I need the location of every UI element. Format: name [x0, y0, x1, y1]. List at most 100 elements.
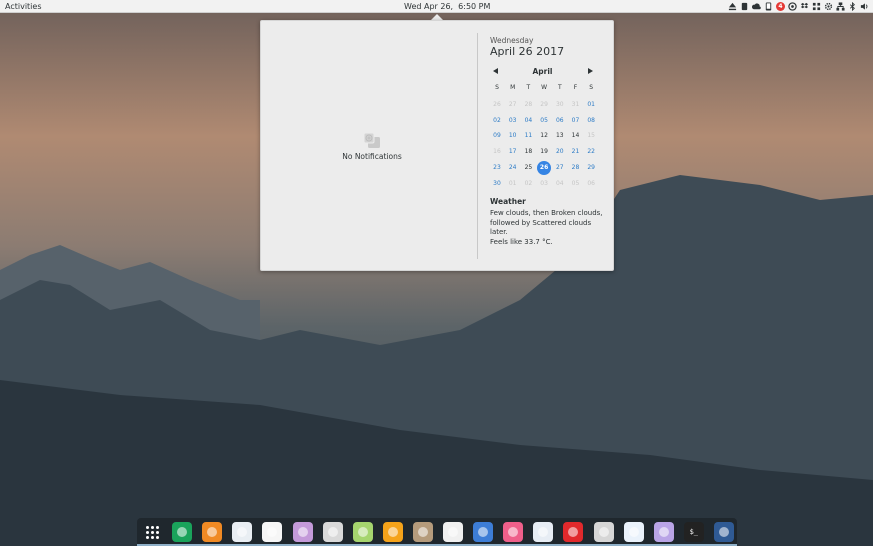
calendar-day[interactable]: 04: [553, 177, 567, 191]
water-drop-icon[interactable]: [713, 522, 734, 542]
date-menu-popover: No Notifications Wednesday April 26 2017…: [260, 20, 614, 271]
activities-button[interactable]: Activities: [5, 1, 42, 12]
dropbox-icon[interactable]: [800, 2, 809, 12]
calendar-day[interactable]: 11: [521, 129, 535, 143]
calendar-day[interactable]: 14: [569, 129, 583, 143]
network-icon[interactable]: [836, 2, 845, 12]
color-picker-icon[interactable]: [503, 522, 524, 542]
calendar-day[interactable]: 03: [506, 114, 520, 128]
disks-icon[interactable]: [593, 522, 614, 542]
next-month-icon[interactable]: [588, 68, 593, 74]
day-of-week-label: W: [541, 84, 548, 91]
calendar-day[interactable]: 29: [584, 161, 598, 175]
day-of-week-label: S: [495, 84, 499, 91]
show-apps-icon[interactable]: [142, 522, 162, 542]
text-editor-icon[interactable]: [653, 522, 674, 542]
calendar-day[interactable]: 06: [584, 177, 598, 191]
calendar-day[interactable]: 16: [490, 145, 504, 159]
calendar-day[interactable]: 23: [490, 161, 504, 175]
notification-badge[interactable]: 4: [776, 2, 785, 11]
firefox-icon[interactable]: [202, 522, 223, 542]
calendar-day[interactable]: 30: [490, 177, 504, 191]
weather-line: followed by Scattered clouds later.: [490, 218, 592, 237]
git-icon[interactable]: [563, 522, 584, 542]
phone-icon[interactable]: [322, 522, 343, 542]
popover-divider: [477, 33, 478, 259]
calendar-day[interactable]: 27: [553, 161, 567, 175]
calendar-day[interactable]: 12: [537, 129, 551, 143]
full-date-label[interactable]: April 26 2017: [490, 45, 564, 58]
day-of-week-label: F: [573, 84, 578, 91]
no-notifications-icon: [363, 132, 380, 148]
calendar-day[interactable]: 31: [569, 98, 583, 112]
volume-icon[interactable]: [860, 2, 869, 12]
phone-icon[interactable]: [764, 2, 773, 12]
day-of-week-label: S: [589, 84, 594, 91]
weather-forecast[interactable]: Few clouds, then Broken clouds, followed…: [490, 209, 608, 247]
month-label: April: [532, 67, 553, 76]
calendar-day[interactable]: 21: [569, 145, 583, 159]
terminal-icon[interactable]: $_: [683, 522, 704, 542]
document-viewer-icon[interactable]: [533, 522, 554, 542]
calendar-day[interactable]: 01: [584, 98, 598, 112]
vpn-shield-icon[interactable]: [172, 522, 193, 542]
calendar-day[interactable]: 05: [537, 114, 551, 128]
calendar-day[interactable]: 26: [490, 98, 504, 112]
atom-icon[interactable]: [352, 522, 373, 542]
calendar-day[interactable]: 02: [521, 177, 535, 191]
calendar-day[interactable]: 30: [553, 98, 567, 112]
drawing-icon[interactable]: [473, 522, 494, 542]
inkscape-icon[interactable]: [443, 522, 463, 542]
system-tray: 4: [728, 1, 869, 12]
calendar-day[interactable]: 28: [569, 161, 583, 175]
terminal-prompt-label: $_: [689, 528, 699, 536]
grid-apps-icon[interactable]: [812, 2, 821, 12]
music-icon[interactable]: [262, 522, 283, 542]
calendar-day[interactable]: 19: [537, 145, 551, 159]
dock: $_: [137, 518, 737, 546]
calendar-day[interactable]: 17: [506, 145, 520, 159]
previous-month-icon[interactable]: [493, 68, 498, 74]
calendar-day[interactable]: 04: [521, 114, 535, 128]
day-of-week-label: T: [557, 84, 562, 91]
files-icon[interactable]: [292, 522, 313, 542]
calendar-day[interactable]: 20: [553, 145, 567, 159]
notification-area: No Notifications: [261, 21, 477, 270]
steam-icon[interactable]: [788, 2, 797, 12]
cloud-icon[interactable]: [752, 2, 761, 12]
calendar-day[interactable]: 29: [537, 98, 551, 112]
calendar-day[interactable]: 03: [537, 177, 551, 191]
messenger-icon[interactable]: [232, 522, 253, 542]
bluetooth-icon[interactable]: [848, 2, 857, 12]
calendar-day[interactable]: 28: [521, 98, 535, 112]
month-header: April: [490, 67, 595, 77]
battery-icon[interactable]: [740, 2, 749, 12]
calendar-day[interactable]: 24: [506, 161, 520, 175]
calendar-day[interactable]: 01: [506, 177, 520, 191]
calendar-day[interactable]: 15: [584, 129, 598, 143]
calendar-day[interactable]: 22: [584, 145, 598, 159]
calendar-day-today[interactable]: 26: [537, 160, 552, 175]
calendar-day[interactable]: 06: [553, 114, 567, 128]
calendar-panel: Wednesday April 26 2017 April S M T W T F S 26…: [490, 21, 608, 270]
calendar-day[interactable]: 07: [569, 114, 583, 128]
calendar-day[interactable]: 10: [506, 129, 520, 143]
calendar-day[interactable]: 08: [584, 114, 598, 128]
gimp-icon[interactable]: [412, 522, 433, 542]
settings-cog-icon[interactable]: [824, 2, 833, 12]
calendar-day[interactable]: 05: [569, 177, 583, 191]
day-of-week-label: T: [526, 84, 531, 91]
day-of-week-header: SMTWTFS: [490, 84, 600, 92]
weather-title: Weather: [490, 197, 526, 206]
calendar-day[interactable]: 09: [490, 129, 504, 143]
calendar-day[interactable]: 02: [490, 114, 504, 128]
calendar-day[interactable]: 13: [553, 129, 567, 143]
calendar-day[interactable]: 18: [521, 145, 535, 159]
web-browser-icon[interactable]: [623, 522, 644, 542]
clock-button[interactable]: Wed Apr 26, 6:50 PM: [404, 1, 490, 12]
day-of-week-label: M: [510, 84, 516, 91]
notes-icon[interactable]: [382, 522, 403, 542]
calendar-day[interactable]: 25: [521, 161, 535, 175]
eject-icon[interactable]: [728, 2, 737, 12]
calendar-day[interactable]: 27: [506, 98, 520, 112]
